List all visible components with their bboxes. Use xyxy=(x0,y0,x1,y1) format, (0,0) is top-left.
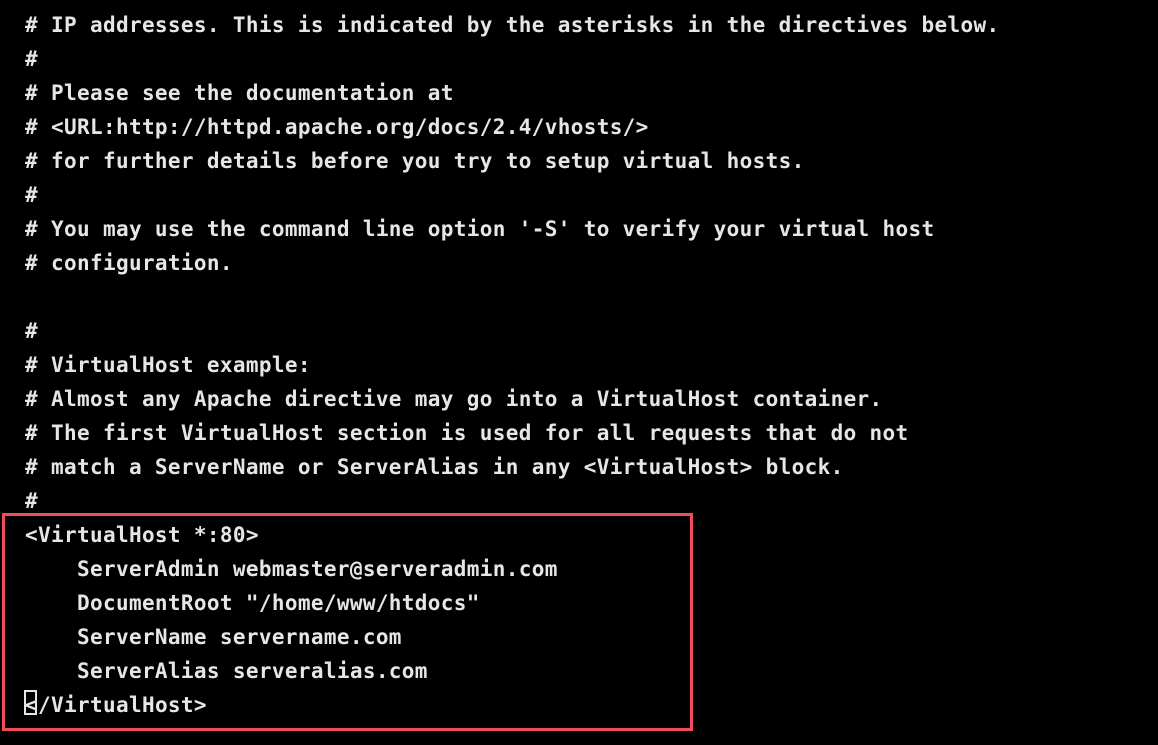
vhost-open-tag-line: <VirtualHost *:80> xyxy=(25,523,259,547)
terminal-line: # Please see the documentation at xyxy=(25,81,454,105)
terminal-line: # xyxy=(25,183,38,207)
vhost-directive-serveradmin: ServerAdmin webmaster@serveradmin.com xyxy=(25,557,558,581)
text-cursor[interactable]: < xyxy=(24,688,38,722)
terminal-line: # xyxy=(25,47,38,71)
vhost-directive-serveralias: ServerAlias serveralias.com xyxy=(25,659,428,683)
terminal-line: # xyxy=(25,319,38,343)
terminal-line: # VirtualHost example: xyxy=(25,353,311,377)
terminal-line: # <URL:http://httpd.apache.org/docs/2.4/… xyxy=(25,115,649,139)
vhost-close-tag-line: </VirtualHost> xyxy=(24,688,1158,722)
terminal-line: # IP addresses. This is indicated by the… xyxy=(25,13,1000,37)
terminal-line: # for further details before you try to … xyxy=(25,149,805,173)
vhost-directive-documentroot: DocumentRoot "/home/www/htdocs" xyxy=(25,591,480,615)
terminal-line: # match a ServerName or ServerAlias in a… xyxy=(25,455,844,479)
terminal-line: # xyxy=(25,489,38,513)
terminal-line: # configuration. xyxy=(25,251,233,275)
terminal-line: # You may use the command line option '-… xyxy=(25,217,935,241)
vhost-directive-servername: ServerName servername.com xyxy=(25,625,402,649)
terminal-text-buffer[interactable]: # IP addresses. This is indicated by the… xyxy=(0,0,1158,745)
terminal-line: # Almost any Apache directive may go int… xyxy=(25,387,883,411)
terminal-screen[interactable]: # IP addresses. This is indicated by the… xyxy=(0,0,1158,745)
vhost-close-tag-rest: /VirtualHost> xyxy=(38,693,207,717)
terminal-line: # The first VirtualHost section is used … xyxy=(25,421,909,445)
